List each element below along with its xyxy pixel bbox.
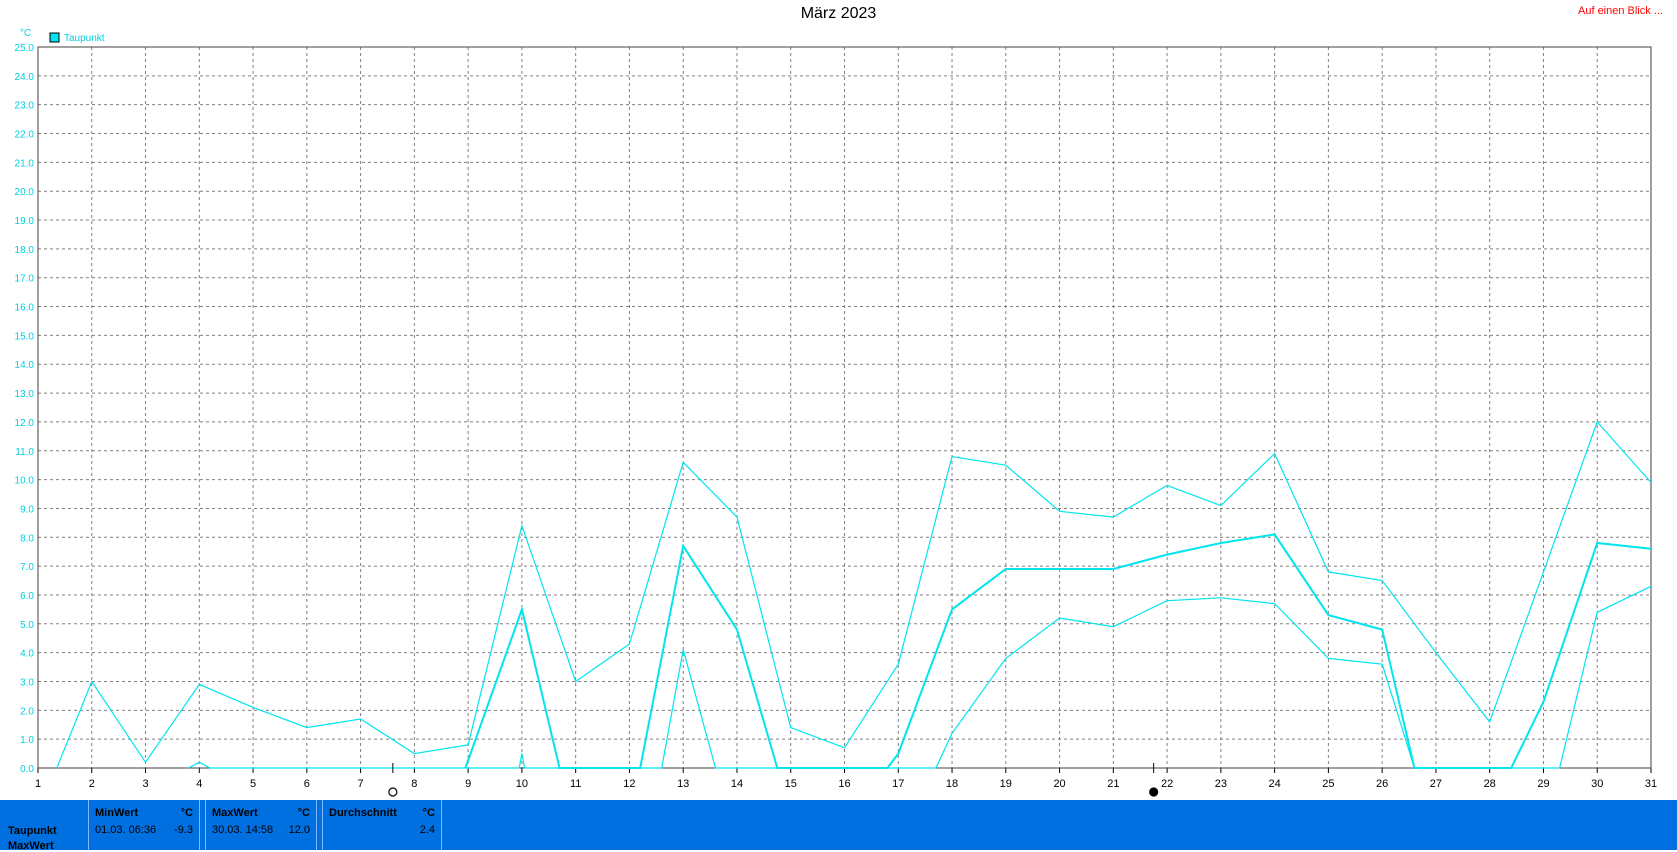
- stats-min-header: MinWert: [95, 807, 139, 819]
- x-tick-label: 18: [946, 778, 958, 790]
- series: [56, 420, 1651, 769]
- y-tick-label: 13.0: [15, 389, 35, 400]
- y-tick-label: 6.0: [20, 591, 34, 602]
- grid: [38, 46, 1651, 768]
- x-tick-label: 17: [892, 778, 904, 790]
- y-tick-label: 25.0: [15, 43, 35, 54]
- x-tick-label: 29: [1537, 778, 1549, 790]
- series-line-max: [56, 420, 1651, 769]
- y-tick-label: 3.0: [20, 677, 34, 688]
- stats-avg-value: 2.4: [419, 824, 435, 836]
- x-tick-label: 20: [1053, 778, 1065, 790]
- x-tick-label: 1: [35, 778, 41, 790]
- y-tick-label: 19.0: [15, 216, 35, 227]
- x-tick-label: 9: [465, 778, 471, 790]
- x-tick-label: 7: [358, 778, 364, 790]
- axes: 0.01.02.03.04.05.06.07.08.09.010.011.012…: [15, 43, 1658, 790]
- full-moon-icon: [388, 787, 398, 797]
- stats-max-date: 30.03. 14:58: [212, 824, 274, 836]
- x-tick-label: 15: [785, 778, 797, 790]
- y-tick-label: 1.0: [20, 735, 34, 746]
- statistics-bar: Taupunkt MaxWert MinWert °C 01.03. 06:36…: [0, 800, 1677, 852]
- y-tick-label: 24.0: [15, 72, 35, 83]
- stats-avg-box: Durchschnitt °C 2.4: [322, 800, 442, 850]
- x-tick-label: 5: [250, 778, 256, 790]
- x-tick-label: 13: [677, 778, 689, 790]
- x-tick-label: 21: [1107, 778, 1119, 790]
- x-tick-label: 22: [1161, 778, 1173, 790]
- x-tick-label: 28: [1484, 778, 1496, 790]
- x-tick-label: 19: [1000, 778, 1012, 790]
- y-tick-label: 2.0: [20, 706, 34, 717]
- x-tick-label: 30: [1591, 778, 1603, 790]
- x-tick-label: 23: [1215, 778, 1227, 790]
- x-tick-label: 6: [304, 778, 310, 790]
- legend-swatch: [49, 32, 60, 43]
- stats-avg-unit: °C: [422, 807, 435, 819]
- x-tick-label: 24: [1269, 778, 1281, 790]
- stats-min-value: -9.3: [174, 824, 193, 836]
- stats-max-value: 12.0: [288, 824, 310, 836]
- y-tick-label: 16.0: [15, 303, 35, 314]
- y-tick-label: 20.0: [15, 187, 35, 198]
- stats-max-unit: °C: [297, 807, 310, 819]
- y-tick-label: 12.0: [15, 418, 35, 429]
- y-tick-label: 22.0: [15, 130, 35, 141]
- stats-avg-header: Durchschnitt: [329, 807, 397, 819]
- x-tick-label: 25: [1322, 778, 1334, 790]
- legend-label: Taupunkt: [64, 33, 105, 44]
- row-label-taupunkt: Taupunkt: [8, 825, 57, 837]
- chart-area: 0.01.02.03.04.05.06.07.08.09.010.011.012…: [15, 28, 1658, 797]
- y-axis-unit: °C: [20, 28, 31, 39]
- stats-min-unit: °C: [180, 807, 193, 819]
- series-line-avg: [464, 533, 1651, 769]
- y-tick-label: 15.0: [15, 331, 35, 342]
- x-tick-label: 16: [838, 778, 850, 790]
- y-tick-label: 7.0: [20, 562, 34, 573]
- row-label-maxwert: MaxWert: [8, 840, 54, 852]
- x-tick-label: 2: [89, 778, 95, 790]
- y-tick-label: 4.0: [20, 649, 34, 660]
- x-tick-label: 31: [1645, 778, 1657, 790]
- stats-min-date: 01.03. 06:36: [95, 824, 157, 836]
- x-tick-label: 10: [516, 778, 528, 790]
- stats-max-header: MaxWert: [212, 807, 258, 819]
- new-moon-icon: [1149, 787, 1159, 797]
- y-tick-label: 5.0: [20, 620, 34, 631]
- y-tick-label: 11.0: [15, 447, 34, 458]
- y-tick-label: 8.0: [20, 533, 34, 544]
- x-tick-label: 26: [1376, 778, 1388, 790]
- series-line-min: [188, 585, 1651, 769]
- x-tick-label: 11: [570, 778, 581, 790]
- y-tick-label: 18.0: [15, 245, 35, 256]
- legend: Taupunkt °C: [20, 28, 105, 44]
- y-tick-label: 0.0: [20, 764, 34, 775]
- x-tick-label: 4: [196, 778, 202, 790]
- y-tick-label: 14.0: [15, 360, 35, 371]
- stats-min-box: MinWert °C 01.03. 06:36 -9.3: [88, 800, 200, 850]
- stats-max-box: MaxWert °C 30.03. 14:58 12.0: [205, 800, 317, 850]
- y-tick-label: 23.0: [15, 101, 35, 112]
- y-tick-label: 17.0: [15, 274, 35, 285]
- x-tick-label: 8: [411, 778, 417, 790]
- x-tick-label: 14: [731, 778, 743, 790]
- y-tick-label: 10.0: [15, 476, 35, 487]
- y-tick-label: 9.0: [20, 504, 34, 515]
- x-tick-label: 3: [142, 778, 148, 790]
- x-tick-label: 27: [1430, 778, 1442, 790]
- x-tick-label: 12: [623, 778, 635, 790]
- y-tick-label: 21.0: [15, 158, 35, 169]
